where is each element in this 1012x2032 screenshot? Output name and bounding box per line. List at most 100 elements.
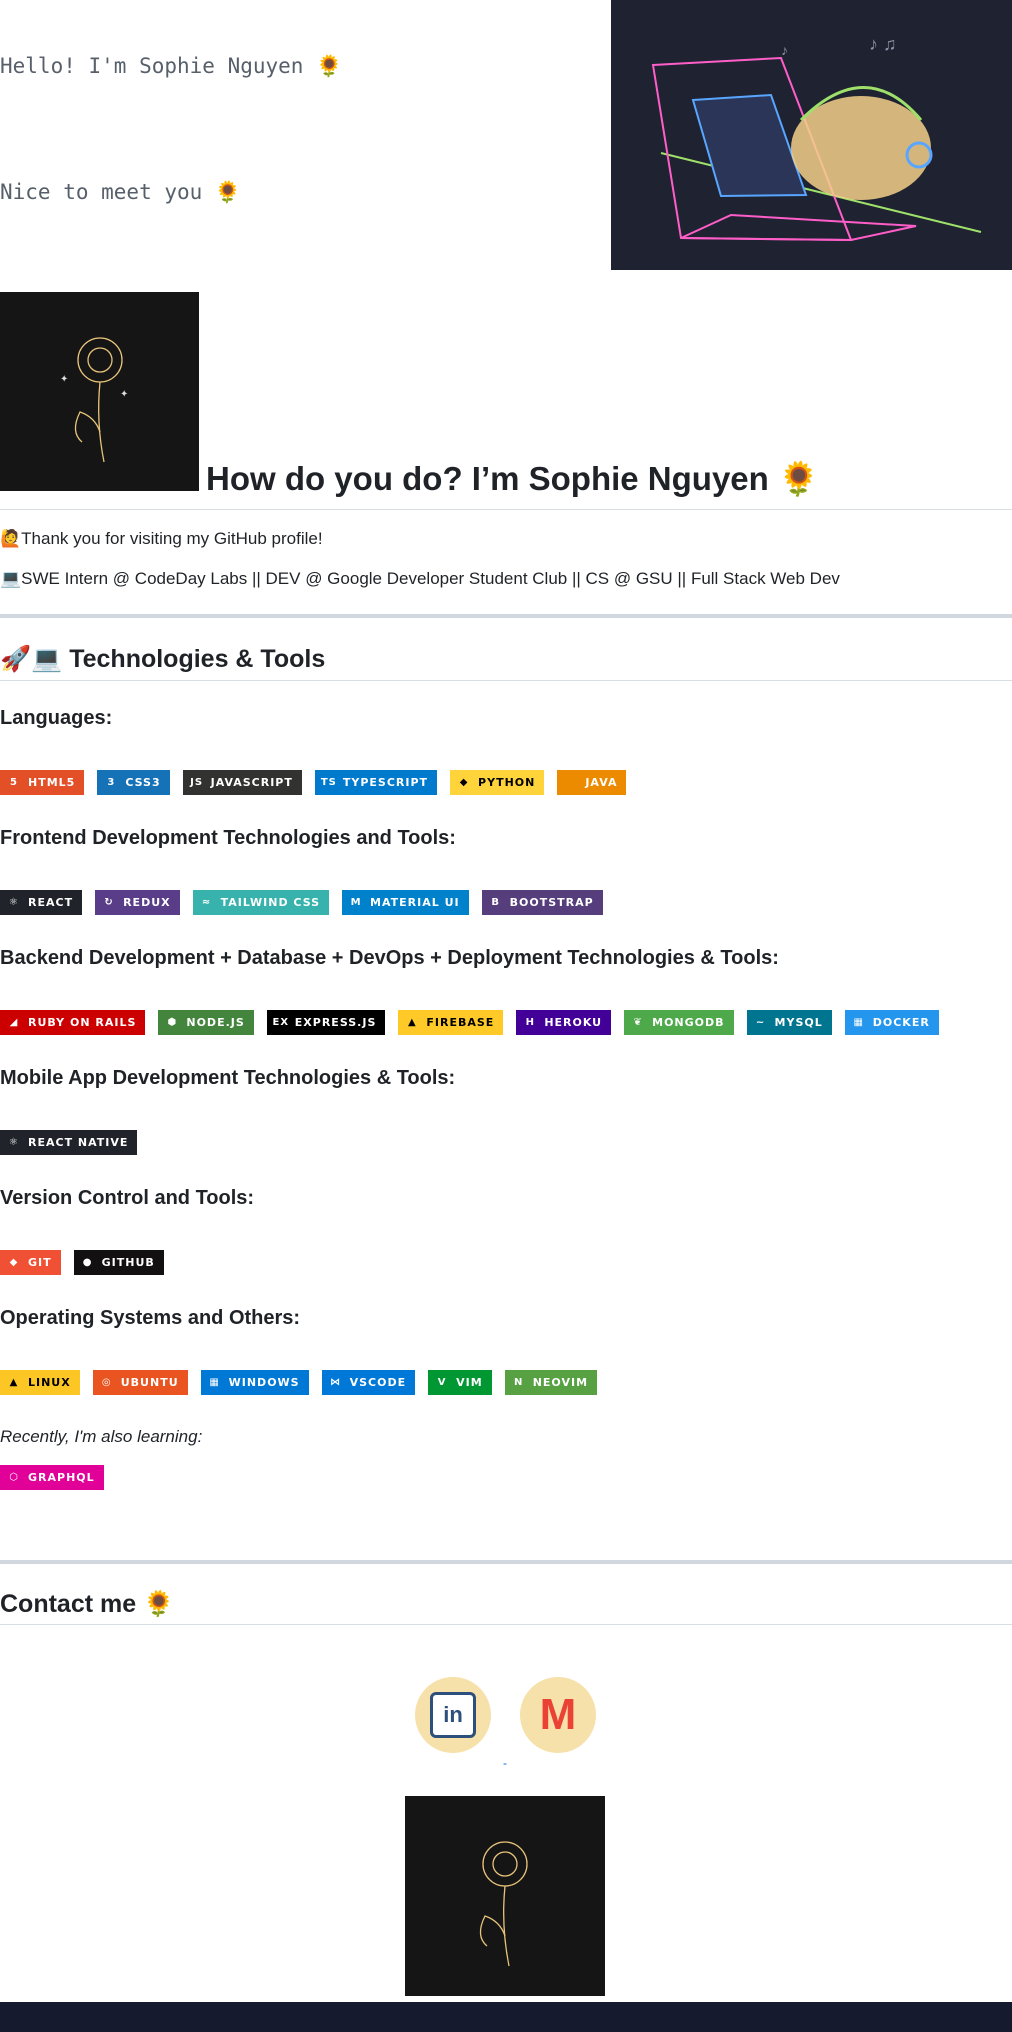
git-icon: ◆ xyxy=(9,1256,19,1268)
bootstrap-icon: B xyxy=(491,896,500,908)
badge-label: MATERIAL UI xyxy=(370,896,460,909)
badge-windows[interactable]: ▦ WINDOWS xyxy=(200,1370,309,1395)
sunflower-image: ✦ ✦ xyxy=(0,292,199,491)
intro-divider xyxy=(0,509,1012,510)
badge-label: WINDOWS xyxy=(228,1376,300,1389)
badge-label: TYPESCRIPT xyxy=(342,776,429,789)
mysql-icon: ~ xyxy=(755,1016,766,1028)
badge-react-native[interactable]: ⚛ REACT NATIVE xyxy=(0,1130,138,1155)
badge-label: REACT NATIVE xyxy=(28,1136,129,1149)
linkedin-link[interactable]: in xyxy=(415,1677,491,1753)
contact-divider xyxy=(0,1624,1012,1625)
express-icon: ex xyxy=(272,1016,290,1028)
badge-ruby-on-rails[interactable]: ◢ RUBY ON RAILS xyxy=(0,1010,146,1035)
section-title-version-control: Version Control and Tools: xyxy=(0,1187,255,1209)
badge-tailwind-css[interactable]: ≈ TAILWIND CSS xyxy=(192,890,330,915)
badge-label: HTML5 xyxy=(28,776,76,789)
section-title-backend: Backend Development + Database + DevOps … xyxy=(0,947,779,969)
badges-backend: ◢ RUBY ON RAILS ⬢ NODE.JS ex EXPRESS.JS ▲ FIREB… xyxy=(0,1010,939,1035)
linux-icon: ▲ xyxy=(9,1376,19,1388)
html5-icon: 5 xyxy=(10,776,18,788)
badge-label: FIREBASE xyxy=(426,1016,495,1029)
badge-label: REACT xyxy=(28,896,74,909)
javascript-icon: JS xyxy=(190,776,204,788)
badge-bootstrap[interactable]: B BOOTSTRAP xyxy=(481,890,603,915)
badge-mysql[interactable]: ~ MYSQL xyxy=(746,1010,832,1035)
badge-neovim[interactable]: N NEOVIM xyxy=(504,1370,598,1395)
badge-typescript[interactable]: TS TYPESCRIPT xyxy=(314,770,438,795)
vim-icon: V xyxy=(437,1376,447,1388)
badge-react[interactable]: ⚛ REACT xyxy=(0,890,83,915)
badge-vim[interactable]: V VIM xyxy=(428,1370,492,1395)
learning-label: Recently, I'm also learning: xyxy=(0,1427,203,1446)
badge-firebase[interactable]: ▲ FIREBASE xyxy=(398,1010,504,1035)
badge-label: LINUX xyxy=(28,1376,71,1389)
badge-github[interactable]: ● GITHUB xyxy=(73,1250,164,1275)
badge-label: NEOVIM xyxy=(532,1376,589,1389)
badge-label: TAILWIND CSS xyxy=(220,896,321,909)
badge-label: GITHUB xyxy=(101,1256,155,1269)
badges-os: ▲ LINUX ◎ UBUNTU ▦ WINDOWS ⋈ VSCODE V VIM N NEOVIM xyxy=(0,1370,598,1395)
badges-version-control: ◆ GIT ● GITHUB xyxy=(0,1250,164,1275)
badge-linux[interactable]: ▲ LINUX xyxy=(0,1370,80,1395)
badge-javascript[interactable]: JS JAVASCRIPT xyxy=(182,770,302,795)
badge-redux[interactable]: ↻ REDUX xyxy=(95,890,180,915)
intro-roles: 💻SWE Intern @ CodeDay Labs || DEV @ Goog… xyxy=(0,569,840,588)
github-icon: ● xyxy=(82,1256,93,1268)
badge-label: PYTHON xyxy=(478,776,536,789)
linkedin-icon: in xyxy=(430,1692,476,1738)
python-icon: ◆ xyxy=(459,776,469,788)
section-divider xyxy=(0,614,1012,618)
svg-text:✦: ✦ xyxy=(60,374,68,385)
firebase-icon: ▲ xyxy=(408,1016,417,1028)
badge-docker[interactable]: ▦ DOCKER xyxy=(844,1010,939,1035)
badge-mongodb[interactable]: ❦ MONGODB xyxy=(624,1010,734,1035)
section-title-os: Operating Systems and Others: xyxy=(0,1307,301,1329)
nodejs-icon: ⬢ xyxy=(167,1016,178,1028)
badge-git[interactable]: ◆ GIT xyxy=(0,1250,61,1275)
badge-label: CSS3 xyxy=(125,776,161,789)
tailwind-icon: ≈ xyxy=(201,896,212,908)
badge-label: MYSQL xyxy=(774,1016,823,1029)
badge-express-js[interactable]: ex EXPRESS.JS xyxy=(266,1010,386,1035)
badge-label: GRAPHQL xyxy=(28,1471,95,1484)
badges-frontend: ⚛ REACT ↻ REDUX ≈ TAILWIND CSS M MATERIAL UI B BO… xyxy=(0,890,603,915)
contact-separator: - xyxy=(503,1756,507,1770)
badge-css3[interactable]: 3 CSS3 xyxy=(97,770,170,795)
svg-text:♪: ♪ xyxy=(781,42,788,58)
section-title-languages: Languages: xyxy=(0,707,113,729)
docker-icon: ▦ xyxy=(853,1016,864,1028)
badges-languages: 5 HTML5 3 CSS3 JS JAVASCRIPT TS TYPESCRIPT ◆ PYTH… xyxy=(0,770,627,795)
mongodb-icon: ❦ xyxy=(633,1016,643,1028)
badge-java[interactable]: JAVA xyxy=(557,770,627,795)
tech-divider xyxy=(0,680,1012,681)
badge-label: VIM xyxy=(456,1376,483,1389)
typescript-icon: TS xyxy=(320,776,337,788)
badge-html5[interactable]: 5 HTML5 xyxy=(0,770,85,795)
badge-label: JAVASCRIPT xyxy=(210,776,293,789)
badge-python[interactable]: ◆ PYTHON xyxy=(450,770,545,795)
section-title-mobile: Mobile App Development Technologies & To… xyxy=(0,1067,456,1089)
vscode-icon: ⋈ xyxy=(330,1376,342,1388)
ubuntu-icon: ◎ xyxy=(101,1376,112,1388)
badge-ubuntu[interactable]: ◎ UBUNTU xyxy=(92,1370,188,1395)
badge-node-js[interactable]: ⬢ NODE.JS xyxy=(158,1010,254,1035)
badge-label: VSCODE xyxy=(349,1376,407,1389)
badge-vscode[interactable]: ⋈ VSCODE xyxy=(321,1370,416,1395)
contact-heading: Contact me 🌻 xyxy=(0,1590,175,1618)
neovim-icon: N xyxy=(514,1376,524,1388)
badge-material-ui[interactable]: M MATERIAL UI xyxy=(342,890,469,915)
gmail-link[interactable]: M xyxy=(520,1677,596,1753)
badge-label: JAVA xyxy=(585,776,618,789)
windows-icon: ▦ xyxy=(209,1376,220,1388)
contact-sunflower-image xyxy=(405,1796,605,1996)
section-title-frontend: Frontend Development Technologies and To… xyxy=(0,827,456,849)
badge-heroku[interactable]: H HEROKU xyxy=(516,1010,612,1035)
badge-graphql[interactable]: ⬡ GRAPHQL xyxy=(0,1465,104,1490)
rails-icon: ◢ xyxy=(9,1016,19,1028)
badge-label: DOCKER xyxy=(872,1016,930,1029)
svg-text:♪ ♫: ♪ ♫ xyxy=(869,34,897,54)
badge-label: RUBY ON RAILS xyxy=(28,1016,137,1029)
material-ui-icon: M xyxy=(350,896,362,908)
svg-text:✦: ✦ xyxy=(120,389,128,400)
